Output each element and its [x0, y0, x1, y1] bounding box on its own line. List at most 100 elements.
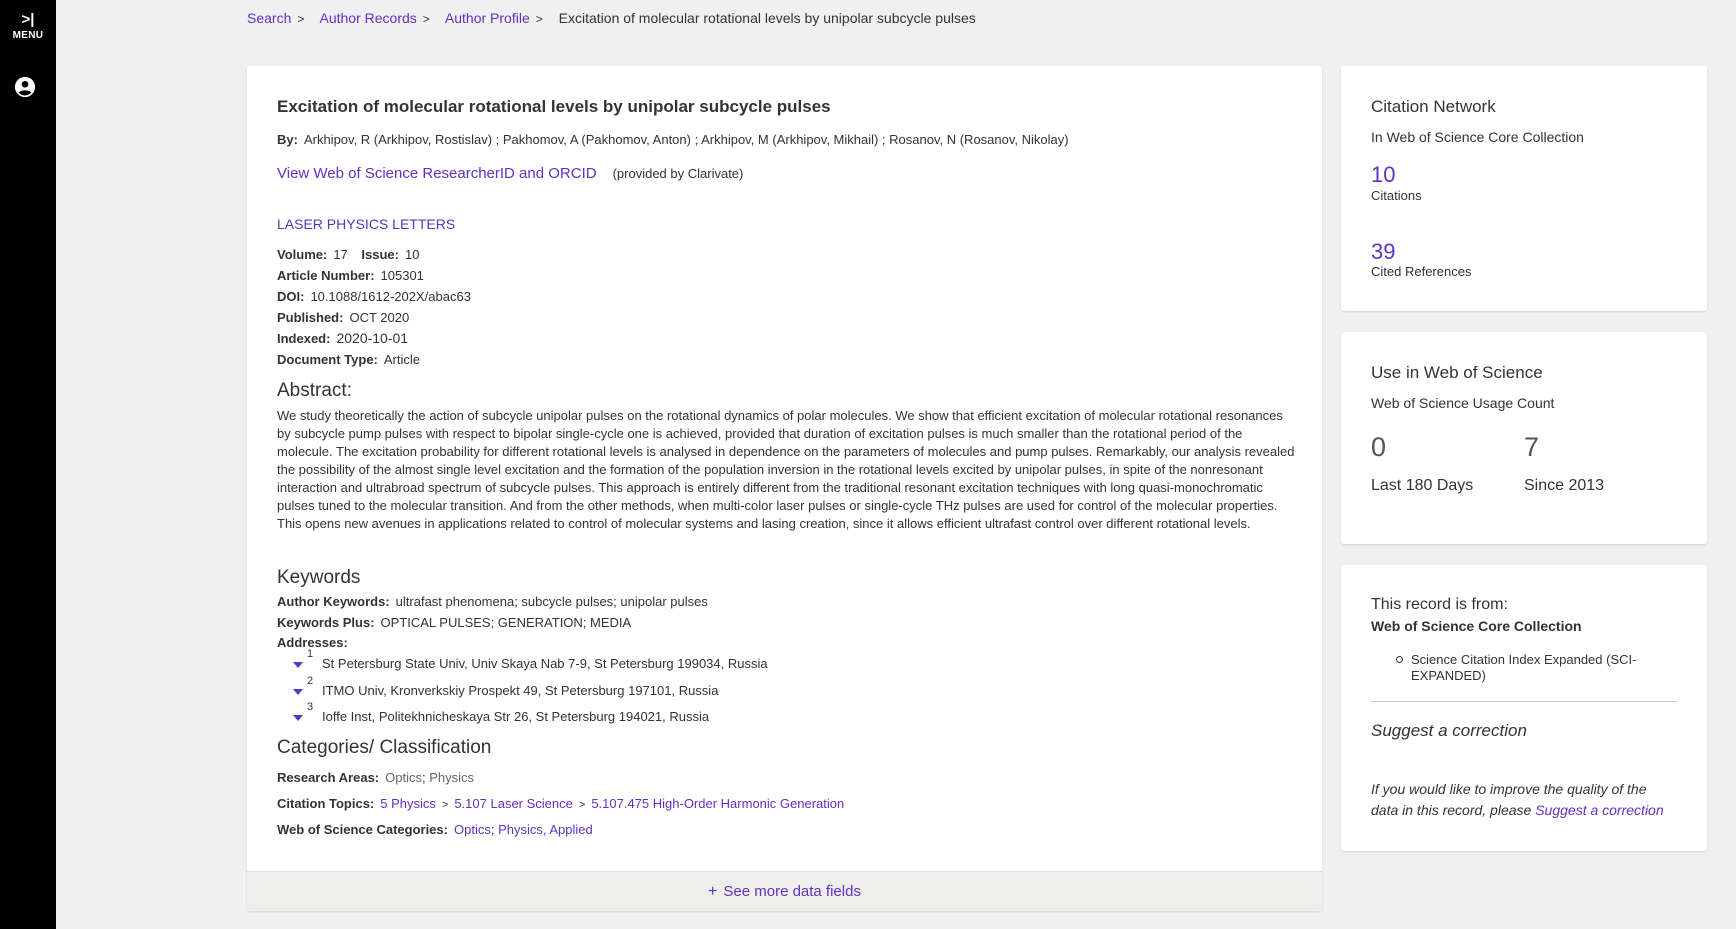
volume-issue-row: Volume: 17 Issue: 10	[277, 247, 419, 262]
categories-heading: Categories/ Classification	[277, 737, 492, 758]
record-card: Excitation of molecular rotational level…	[247, 66, 1322, 911]
published-label: Published:	[277, 310, 344, 325]
chevron-right-icon: >	[297, 12, 305, 26]
since-2013-label: Since 2013	[1524, 477, 1605, 494]
author-keywords-label: Author Keywords:	[277, 594, 390, 609]
expand-arrow-icon[interactable]	[293, 689, 303, 695]
expand-arrow-icon[interactable]	[293, 662, 303, 668]
doi-value: 10.1088/1612-202X/abac63	[310, 289, 471, 304]
chevron-right-icon: >|	[21, 11, 35, 28]
citation-topics-row: Citation Topics: 5 Physics >5.107 Laser Sc…	[277, 796, 844, 811]
usage-sub: Web of Science Usage Count	[1371, 395, 1555, 411]
doi-label: DOI:	[277, 289, 305, 304]
chevron-right-icon: >	[441, 799, 449, 811]
wos-category-link[interactable]: Optics	[454, 822, 491, 837]
abstract-heading: Abstract:	[277, 380, 352, 401]
divider	[1371, 701, 1677, 702]
breadcrumb-search[interactable]: Search	[247, 10, 291, 26]
document-type-label: Document Type:	[277, 352, 378, 367]
citation-index-item: Science Citation Index Expanded (SCI-EXP…	[1396, 652, 1671, 684]
provided-by-text: (provided by Clarivate)	[612, 166, 744, 181]
citation-topic-link[interactable]: 5.107.475 High-Order Harmonic Generation	[591, 796, 844, 811]
research-area: Optics	[385, 770, 422, 785]
citations-label: Citations	[1371, 188, 1422, 203]
address-text: ITMO Univ, Kronverkskiy Prospekt 49, St …	[322, 683, 719, 698]
citation-topics-label: Citation Topics:	[277, 796, 375, 811]
since-2013-count: 7	[1524, 432, 1540, 462]
menu-label: MENU	[12, 30, 44, 41]
last-180-days-count: 0	[1371, 432, 1387, 462]
volume-value: 17	[333, 247, 348, 262]
research-areas-row: Research Areas: Optics; Physics	[277, 770, 475, 785]
article-number-value: 105301	[380, 268, 424, 283]
published-value: OCT 2020	[349, 310, 410, 325]
citations-count-link[interactable]: 10	[1371, 162, 1395, 188]
wos-categories-label: Web of Science Categories:	[277, 822, 448, 837]
see-more-label: See more data fields	[723, 883, 861, 900]
address-number: 1	[307, 648, 314, 660]
address-number: 2	[307, 675, 314, 687]
published-row: Published: OCT 2020	[277, 310, 409, 325]
indexed-label: Indexed:	[277, 331, 331, 346]
see-more-data-fields-button[interactable]: + See more data fields	[247, 871, 1322, 911]
keywords-plus-label: Keywords Plus:	[277, 615, 375, 630]
research-area: Physics	[429, 770, 475, 785]
citation-network-sub: In Web of Science Core Collection	[1371, 129, 1584, 145]
chevron-right-icon: >	[578, 799, 586, 811]
volume-label: Volume:	[277, 247, 328, 262]
author-keywords-row: Author Keywords: ultrafast phenomena; sub…	[277, 594, 708, 609]
keywords-plus-value: OPTICAL PULSES; GENERATION; MEDIA	[380, 615, 632, 630]
chevron-right-icon: >	[535, 12, 543, 26]
article-number-label: Article Number:	[277, 268, 375, 283]
authors-row: By: Arkhipov, R (Arkhipov, Rostislav) ; P…	[277, 132, 1069, 147]
by-label: By:	[277, 132, 298, 147]
citation-network-card: Citation Network In Web of Science Core …	[1341, 66, 1707, 311]
breadcrumb-author-records[interactable]: Author Records	[320, 10, 417, 26]
document-type-row: Document Type: Article	[277, 352, 420, 367]
suggest-correction-text: If you would like to improve the quality…	[1371, 781, 1664, 818]
bullet-icon	[1396, 656, 1403, 663]
indexed-row: Indexed: 2020-10-01	[277, 330, 408, 346]
document-type-value: Article	[383, 352, 421, 367]
issue-label: Issue:	[361, 247, 399, 262]
doi-row: DOI: 10.1088/1612-202X/abac63	[277, 289, 471, 304]
author-keywords-value: ultrafast phenomena; subcycle pulses; un…	[395, 594, 708, 609]
wos-category-link[interactable]: Physics, Applied	[498, 822, 593, 837]
menu-button[interactable]: >| MENU	[0, 10, 56, 52]
record-source-card: This record is from: Web of Science Core…	[1341, 565, 1707, 851]
keywords-plus-row: Keywords Plus: OPTICAL PULSES; GENERATION…	[277, 615, 631, 630]
record-source-collection: Web of Science Core Collection	[1371, 618, 1582, 634]
research-areas-label: Research Areas:	[277, 770, 380, 785]
suggest-correction-link[interactable]: Suggest a correction	[1535, 802, 1663, 818]
orcid-row: View Web of Science ResearcherID and ORC…	[277, 165, 743, 183]
suggest-correction-heading: Suggest a correction	[1371, 721, 1527, 740]
abstract-text: We study theoretically the action of sub…	[277, 408, 1295, 531]
keywords-heading: Keywords	[277, 567, 361, 588]
wos-categories-row: Web of Science Categories: Optics; Physic…	[277, 822, 593, 837]
issue-value: 10	[405, 247, 420, 262]
breadcrumb-current: Excitation of molecular rotational level…	[558, 10, 976, 26]
journal-link[interactable]: LASER PHYSICS LETTERS	[277, 216, 455, 232]
usage-heading: Use in Web of Science	[1371, 363, 1543, 382]
cited-references-label: Cited References	[1371, 264, 1472, 279]
account-icon[interactable]	[14, 76, 36, 98]
indexed-value: 2020-10-01	[336, 330, 409, 346]
authors-list: Arkhipov, R (Arkhipov, Rostislav) ; Pakh…	[303, 132, 1069, 147]
address-text: Ioffe Inst, Politekhnicheskaya Str 26, S…	[322, 709, 710, 724]
chevron-right-icon: >	[422, 12, 430, 26]
address-text: St Petersburg State Univ, Univ Skaya Nab…	[322, 656, 768, 671]
citation-topic-link[interactable]: 5 Physics	[380, 796, 436, 811]
breadcrumb-author-profile[interactable]: Author Profile	[445, 10, 530, 26]
expand-arrow-icon[interactable]	[293, 715, 303, 721]
article-number-row: Article Number: 105301	[277, 268, 424, 283]
plus-icon: +	[708, 883, 718, 900]
citation-network-heading: Citation Network	[1371, 97, 1496, 116]
record-title: Excitation of molecular rotational level…	[277, 97, 831, 116]
addresses-label: Addresses:	[277, 635, 348, 650]
citation-topic-link[interactable]: 5.107 Laser Science	[454, 796, 573, 811]
view-researcherid-link[interactable]: View Web of Science ResearcherID and ORC…	[277, 165, 597, 182]
address-number: 3	[307, 701, 314, 713]
usage-card: Use in Web of Science Web of Science Usa…	[1341, 332, 1707, 544]
side-rail: >| MENU	[0, 0, 56, 929]
cited-references-count-link[interactable]: 39	[1371, 239, 1395, 265]
